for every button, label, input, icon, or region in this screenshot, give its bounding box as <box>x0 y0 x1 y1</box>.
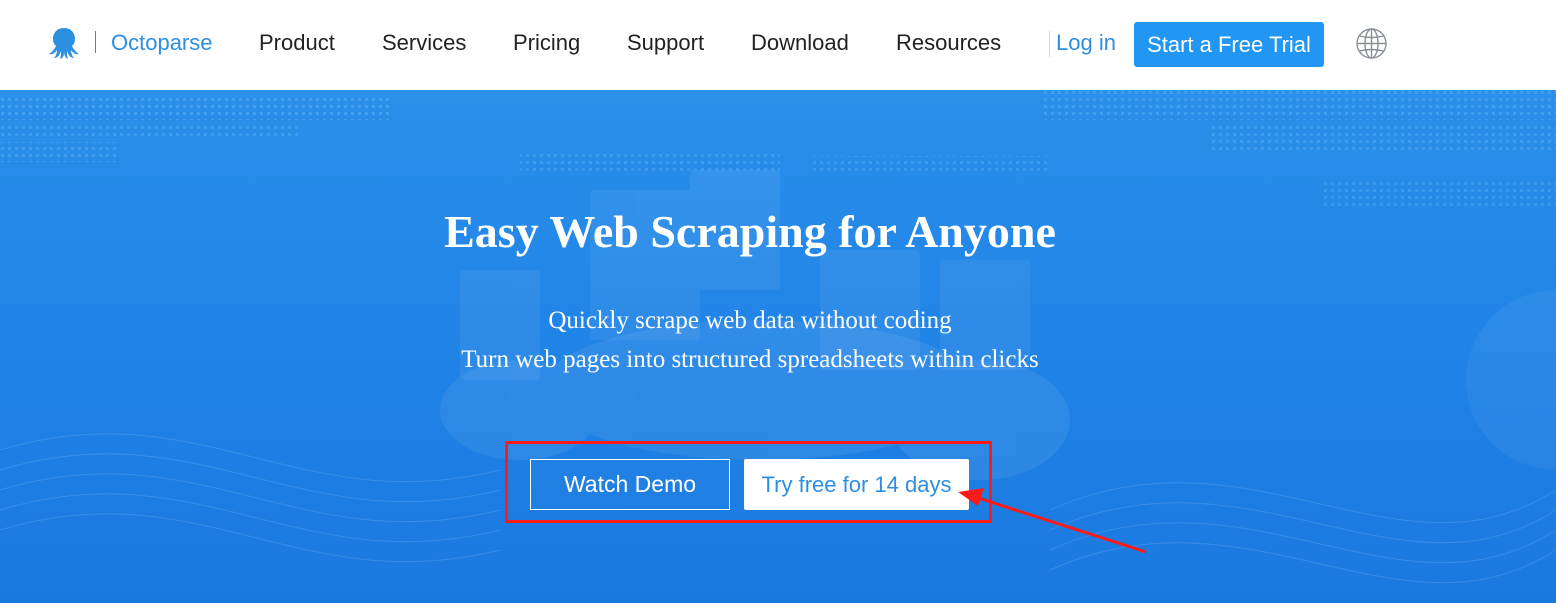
nav-item-pricing[interactable]: Pricing <box>513 29 580 57</box>
watch-demo-button[interactable]: Watch Demo <box>530 459 730 510</box>
nav-item-product[interactable]: Product <box>259 29 335 57</box>
nav-item-support[interactable]: Support <box>627 29 704 57</box>
hero-section: Easy Web Scraping for Anyone Quickly scr… <box>0 90 1556 603</box>
logo-divider <box>95 31 96 53</box>
hero-title: Easy Web Scraping for Anyone <box>444 206 1056 257</box>
octopus-icon[interactable] <box>46 25 82 61</box>
globe-icon[interactable] <box>1355 27 1388 60</box>
login-link[interactable]: Log in <box>1056 29 1116 57</box>
site-header: Octoparse Product Services Pricing Suppo… <box>0 0 1556 90</box>
try-free-button[interactable]: Try free for 14 days <box>744 459 969 510</box>
hero-subtitle-line-1: Quickly scrape web data without coding <box>548 307 952 334</box>
nav-item-resources[interactable]: Resources <box>896 29 1001 57</box>
start-free-trial-button[interactable]: Start a Free Trial <box>1134 22 1324 67</box>
brand-name[interactable]: Octoparse <box>111 29 213 57</box>
nav-item-download[interactable]: Download <box>751 29 849 57</box>
nav-divider <box>1049 31 1050 57</box>
nav-item-services[interactable]: Services <box>382 29 466 57</box>
hero-subtitle-line-2: Turn web pages into structured spreadshe… <box>461 346 1039 373</box>
